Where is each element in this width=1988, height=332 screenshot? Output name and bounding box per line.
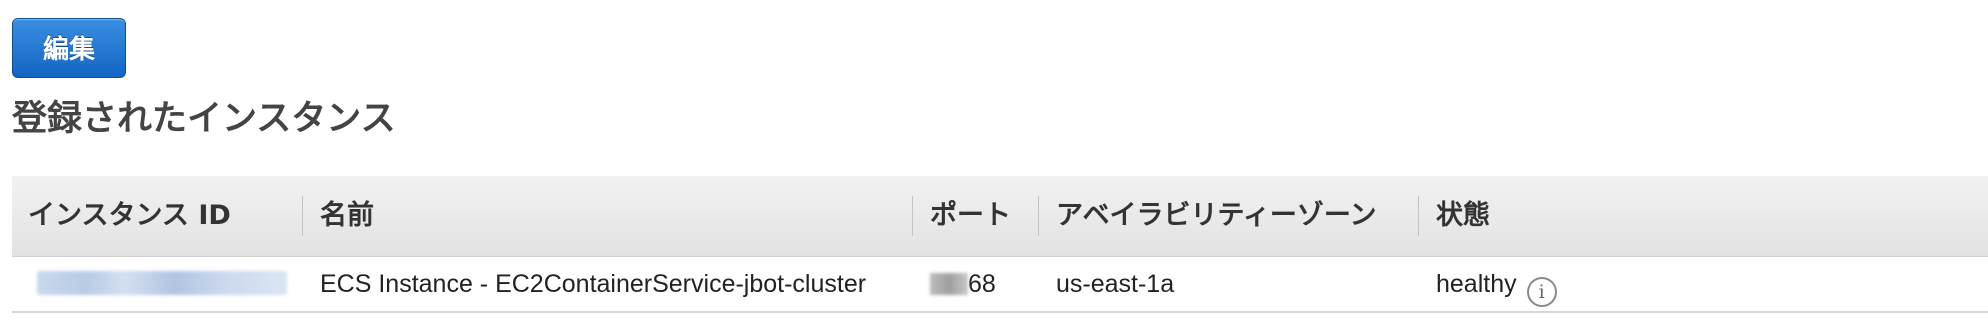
edit-button[interactable]: 編集 [12, 18, 126, 78]
status-text: healthy [1436, 270, 1517, 298]
column-header-name[interactable]: 名前 [320, 176, 374, 256]
port-redacted [930, 273, 968, 295]
instance-id-redacted[interactable] [37, 271, 287, 295]
registered-instances-table: インスタンス ID 名前 ポート アベイラビリティーゾーン 状態 ECS Ins… [12, 176, 1988, 313]
column-divider [1418, 196, 1419, 236]
table-header: インスタンス ID 名前 ポート アベイラビリティーゾーン 状態 [12, 176, 1988, 257]
instance-name: ECS Instance - EC2ContainerService-jbot-… [320, 270, 867, 298]
table-row[interactable]: ECS Instance - EC2ContainerService-jbot-… [12, 257, 1988, 313]
port-suffix: 68 [968, 270, 996, 298]
column-header-status[interactable]: 状態 [1436, 176, 1490, 256]
column-divider [1038, 196, 1039, 236]
status-cell: healthy i [1436, 257, 1557, 311]
column-divider [302, 196, 303, 236]
column-divider [912, 196, 913, 236]
column-header-availability-zone[interactable]: アベイラビリティーゾーン [1056, 176, 1377, 256]
availability-zone: us-east-1a [1056, 270, 1175, 298]
column-header-instance-id[interactable]: インスタンス ID [28, 176, 231, 256]
column-header-port[interactable]: ポート [930, 176, 1011, 256]
instance-port: 68 [930, 257, 996, 311]
section-title: 登録されたインスタンス [12, 99, 396, 139]
info-icon[interactable]: i [1526, 277, 1557, 307]
